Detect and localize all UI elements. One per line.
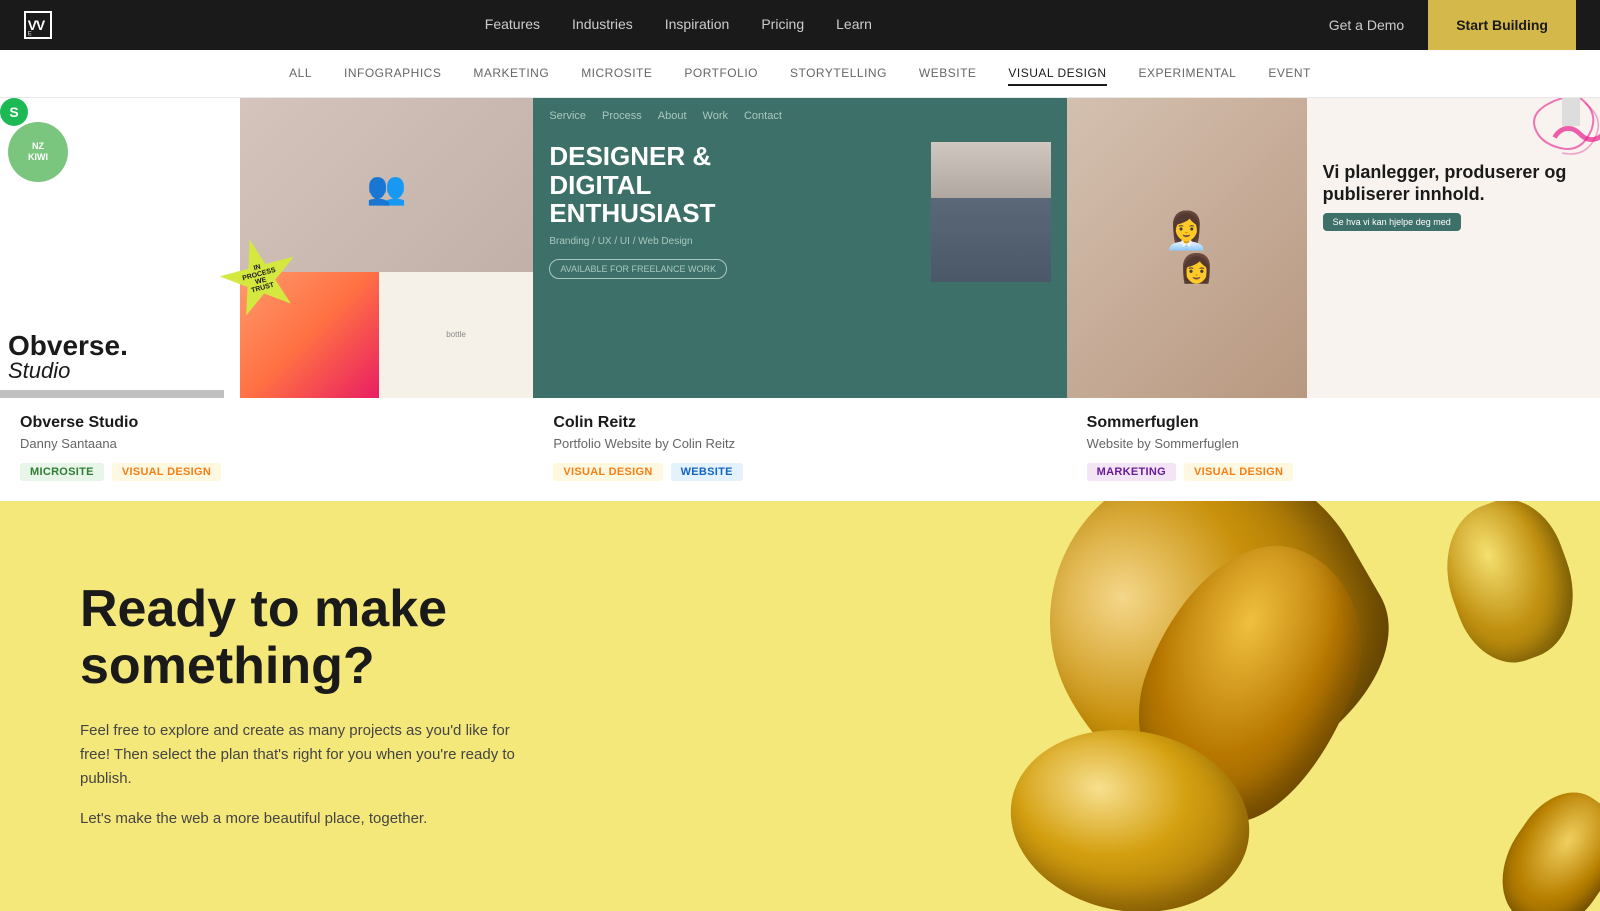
colin-nav: Service Process About Work Contact: [533, 98, 1066, 134]
kiwi-badge: NZKIWI: [8, 122, 68, 182]
tag-visual-design-1[interactable]: VISUAL DESIGN: [112, 463, 221, 481]
obverse-logo-text: Obverse. Studio: [8, 332, 128, 382]
filter-microsite[interactable]: MICROSITE: [581, 62, 652, 86]
nav-pricing[interactable]: Pricing: [761, 16, 804, 32]
tag-visual-design-3[interactable]: VISUAL DESIGN: [1184, 463, 1293, 481]
card-sommerfuglen-image: 〜 👩‍💼 👩: [1067, 98, 1600, 398]
card-obverse-tags: MICROSITE VISUAL DESIGN: [20, 463, 513, 481]
start-building-button[interactable]: Start Building: [1428, 0, 1576, 50]
colin-available-btn[interactable]: AVAILABLE FOR FREELANCE WORK: [549, 259, 727, 279]
card-sommerfuglen-tags: MARKETING VISUAL DESIGN: [1087, 463, 1580, 481]
card-colin-title: Colin Reitz: [553, 414, 1046, 432]
card-obverse-image: S NZKIWI 👥 bottle Obverse. Studio: [0, 98, 533, 398]
cta-body: Feel free to explore and create as many …: [80, 719, 520, 791]
card-sommerfuglen-info: Sommerfuglen Website by Sommerfuglen MAR…: [1067, 398, 1600, 501]
filter-all[interactable]: ALL: [289, 62, 312, 86]
filter-marketing[interactable]: MARKETING: [473, 62, 549, 86]
get-demo-link[interactable]: Get a Demo: [1305, 17, 1428, 33]
nav-actions: Get a Demo Start Building: [1305, 0, 1576, 50]
card-colin-subtitle: Portfolio Website by Colin Reitz: [553, 436, 1046, 451]
filter-experimental[interactable]: EXPERIMENTAL: [1139, 62, 1237, 86]
card-colin-tags: VISUAL DESIGN WEBSITE: [553, 463, 1046, 481]
card-sommerfuglen-subtitle: Website by Sommerfuglen: [1087, 436, 1580, 451]
nav-industries[interactable]: Industries: [572, 16, 633, 32]
cta-tagline: Let's make the web a more beautiful plac…: [80, 807, 520, 831]
golden-shape-4: [1426, 501, 1593, 677]
card-sommerfuglen[interactable]: 〜 👩‍💼 👩: [1067, 98, 1600, 501]
colin-photo: [931, 142, 1051, 282]
nav-links: Features Industries Inspiration Pricing …: [485, 16, 872, 34]
cards-grid: S NZKIWI 👥 bottle Obverse. Studio: [0, 98, 1600, 501]
navbar: VV E Features Industries Inspiration Pri…: [0, 0, 1600, 50]
colin-subtext: Branding / UX / UI / Web Design: [549, 236, 930, 247]
card-obverse-info: Obverse Studio Danny Santaana MICROSITE …: [0, 398, 533, 501]
nav-inspiration[interactable]: Inspiration: [665, 16, 730, 32]
golden-shape-5: [1479, 775, 1600, 911]
obverse-top-photo: 👥: [240, 98, 533, 278]
nav-features[interactable]: Features: [485, 16, 540, 32]
sommer-photo: 👩‍💼 👩: [1067, 98, 1307, 398]
filter-visual-design[interactable]: VISUAL DESIGN: [1008, 62, 1106, 86]
tag-microsite-1[interactable]: MICROSITE: [20, 463, 104, 481]
filter-bar: ALL INFOGRAPHICS MARKETING MICROSITE POR…: [0, 50, 1600, 98]
card-colin-image: Service Process About Work Contact DESIG…: [533, 98, 1066, 398]
grey-bar: [0, 390, 224, 398]
card-obverse-studio[interactable]: S NZKIWI 👥 bottle Obverse. Studio: [0, 98, 533, 501]
colin-text: DESIGNER &DIGITALENTHUSIAST Branding / U…: [549, 142, 930, 279]
logo[interactable]: VV E: [24, 11, 52, 39]
tag-visual-design-2[interactable]: VISUAL DESIGN: [553, 463, 662, 481]
colin-body: DESIGNER &DIGITALENTHUSIAST Branding / U…: [533, 134, 1066, 398]
cta-heading: Ready to make something?: [80, 581, 520, 695]
card-colin-info: Colin Reitz Portfolio Website by Colin R…: [533, 398, 1066, 501]
cta-content: Ready to make something? Feel free to ex…: [0, 581, 600, 831]
filter-website[interactable]: WEBSITE: [919, 62, 977, 86]
main-content: S NZKIWI 👥 bottle Obverse. Studio: [0, 98, 1600, 501]
card-sommerfuglen-title: Sommerfuglen: [1087, 414, 1580, 432]
card-colin-reitz[interactable]: Service Process About Work Contact DESIG…: [533, 98, 1066, 501]
spotify-icon: S: [0, 98, 28, 126]
tag-marketing-1[interactable]: MARKETING: [1087, 463, 1176, 481]
sommer-cta[interactable]: Se hva vi kan hjelpe deg med: [1323, 213, 1461, 231]
card-obverse-subtitle: Danny Santaana: [20, 436, 513, 451]
filter-storytelling[interactable]: STORYTELLING: [790, 62, 887, 86]
sommer-left-photo: 👩‍💼 👩: [1067, 98, 1307, 398]
cta-decoration: [950, 501, 1600, 911]
filter-portfolio[interactable]: PORTFOLIO: [684, 62, 758, 86]
card-obverse-title: Obverse Studio: [20, 414, 513, 432]
tag-website-1[interactable]: WEBSITE: [671, 463, 743, 481]
filter-event[interactable]: EVENT: [1268, 62, 1311, 86]
nav-learn[interactable]: Learn: [836, 16, 872, 32]
filter-infographics[interactable]: INFOGRAPHICS: [344, 62, 441, 86]
cta-section: Ready to make something? Feel free to ex…: [0, 501, 1600, 911]
logo-icon: VV E: [24, 11, 52, 39]
obverse-bottom-panels: bottle: [240, 272, 533, 398]
